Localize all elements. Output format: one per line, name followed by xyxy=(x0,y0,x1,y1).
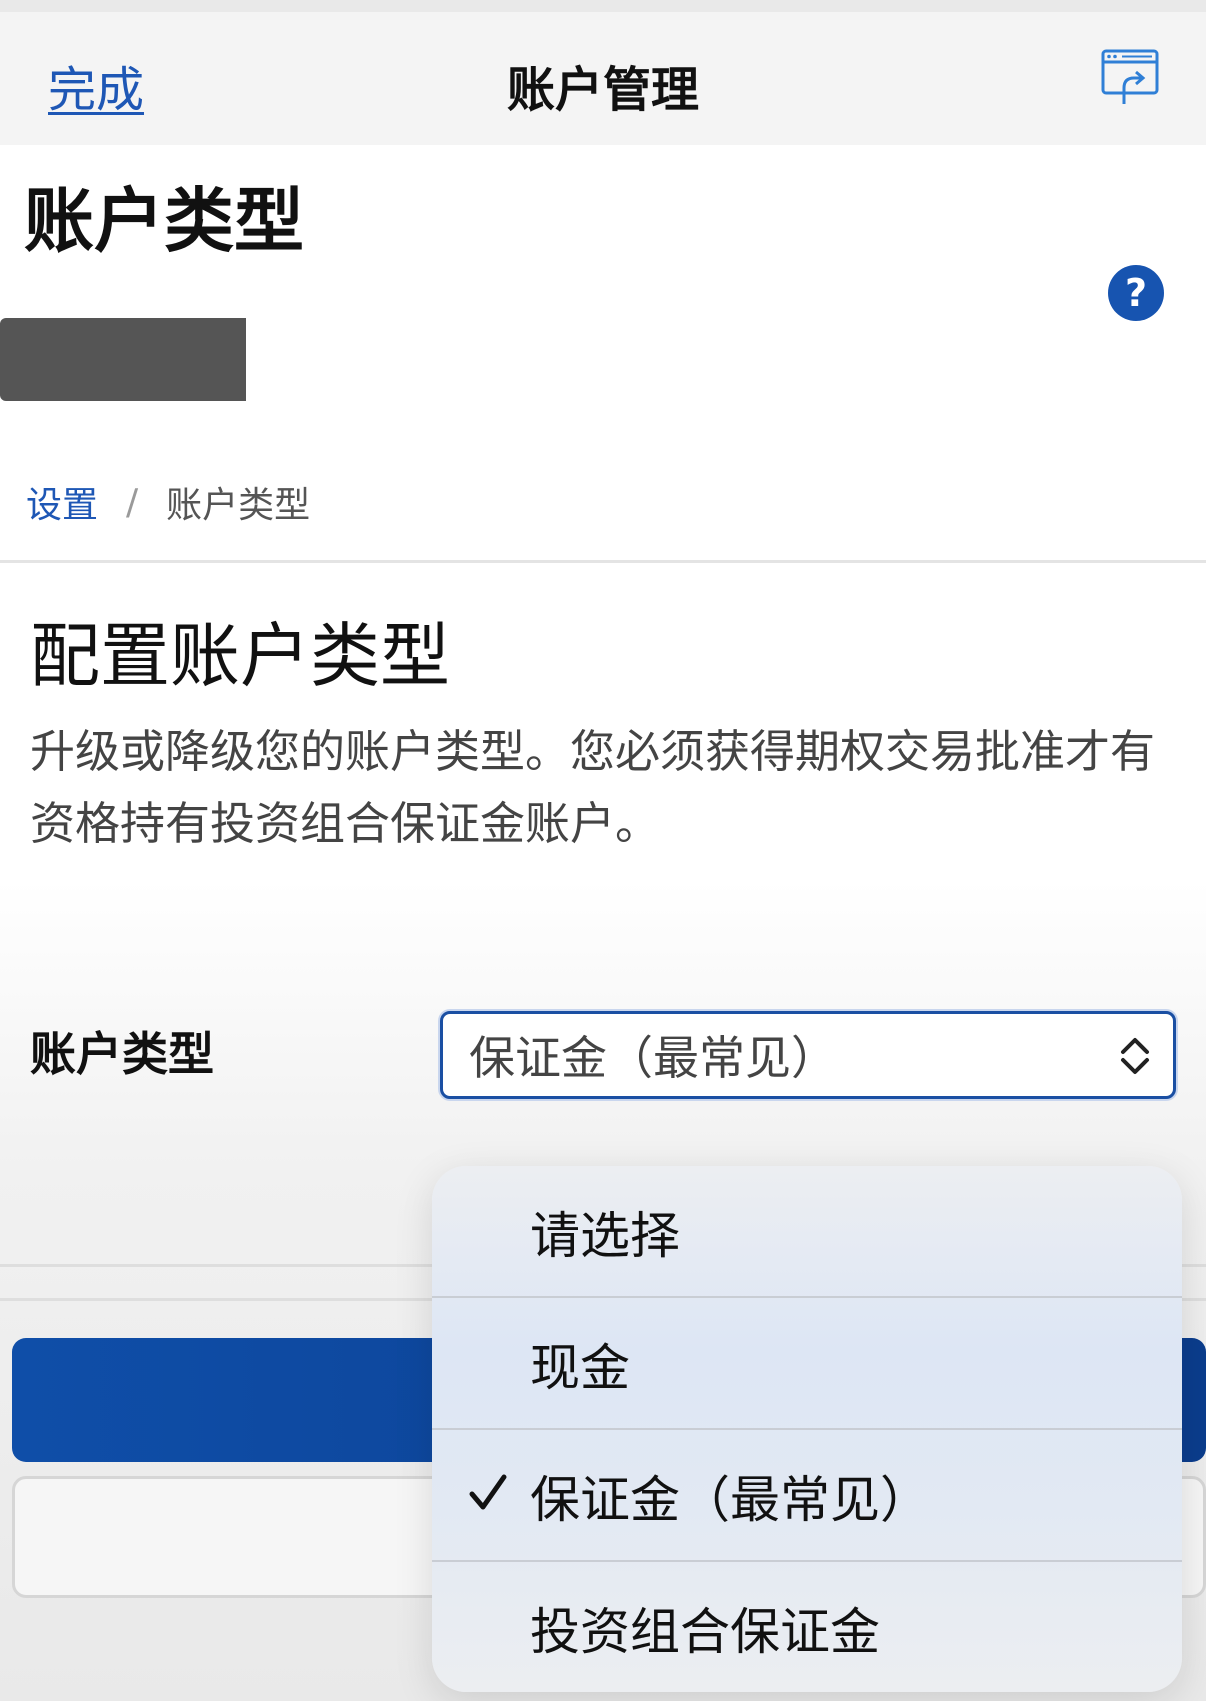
section-title: 配置账户类型 xyxy=(30,615,450,697)
divider xyxy=(0,560,1206,563)
checkmark-icon xyxy=(466,1468,510,1516)
breadcrumb: 设置 / 账户类型 xyxy=(26,476,310,528)
page-heading: 账户类型 xyxy=(24,180,304,262)
chevron-up-down-icon xyxy=(1115,1032,1155,1080)
window-share-icon[interactable] xyxy=(1100,48,1160,106)
menu-option-label: 现金 xyxy=(530,1338,630,1397)
dropdown-menu: 请选择 现金 保证金（最常见） 投资组合保证金 xyxy=(432,1166,1182,1692)
account-type-select[interactable]: 保证金（最常见） xyxy=(440,1011,1176,1099)
breadcrumb-settings-link[interactable]: 设置 xyxy=(26,476,98,528)
help-icon[interactable]: ? xyxy=(1108,265,1164,321)
redacted-block xyxy=(0,318,246,401)
status-strip xyxy=(0,0,1206,12)
section-description: 升级或降级您的账户类型。您必须获得期权交易批准才有资格持有投资组合保证金账户。 xyxy=(30,725,1156,850)
menu-option-please-select[interactable]: 请选择 xyxy=(432,1166,1182,1297)
breadcrumb-current: 账户类型 xyxy=(166,485,311,526)
account-type-label: 账户类型 xyxy=(30,1027,214,1081)
nav-title: 账户管理 xyxy=(506,62,699,118)
menu-option-margin[interactable]: 保证金（最常见） xyxy=(432,1430,1182,1561)
menu-option-label: 请选择 xyxy=(530,1206,680,1265)
help-glyph: ? xyxy=(1124,271,1148,315)
select-value: 保证金（最常见） xyxy=(469,1031,837,1085)
menu-option-cash[interactable]: 现金 xyxy=(432,1298,1182,1429)
breadcrumb-separator: / xyxy=(126,481,139,523)
menu-option-label: 投资组合保证金 xyxy=(530,1602,880,1661)
menu-option-portfolio-margin[interactable]: 投资组合保证金 xyxy=(432,1562,1182,1692)
menu-option-label: 保证金（最常见） xyxy=(530,1470,930,1529)
